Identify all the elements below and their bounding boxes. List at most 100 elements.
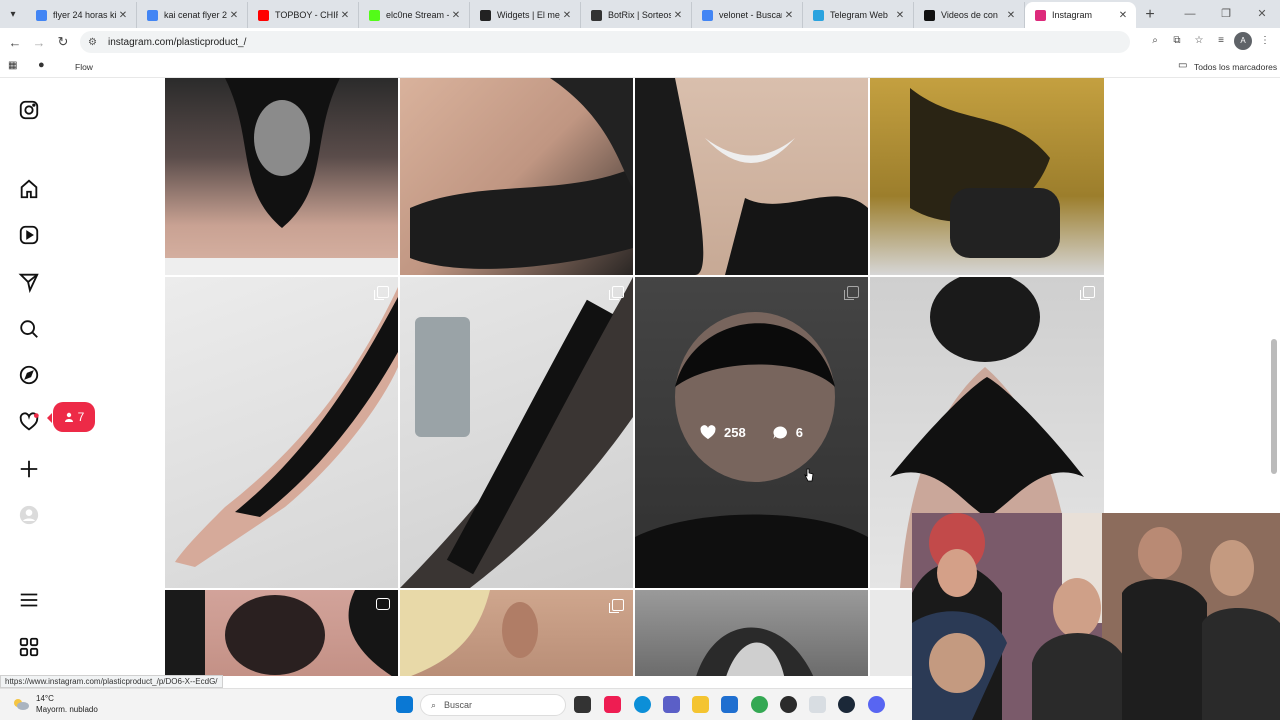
scrollbar-thumb[interactable] <box>1271 339 1277 474</box>
notifications-heart-icon[interactable] <box>18 411 42 435</box>
notification-badge[interactable]: 7 <box>47 402 95 432</box>
reels-icon[interactable] <box>18 224 42 248</box>
profile-avatar-icon[interactable]: A <box>1234 32 1252 50</box>
tab-favicon-icon <box>813 9 824 21</box>
ear-portrait-art <box>400 590 538 676</box>
all-bookmarks[interactable]: Todos los marcadores <box>1194 62 1277 72</box>
temperature: 14°C <box>36 694 54 703</box>
tab-close-icon[interactable]: ✕ <box>671 10 685 21</box>
tab-close-icon[interactable]: ✕ <box>227 10 241 21</box>
bookmark-flow[interactable]: Flow <box>75 62 93 72</box>
messages-icon[interactable] <box>18 271 42 295</box>
post-thumbnail[interactable] <box>165 590 398 676</box>
browser-tab[interactable]: Instagram ✕ <box>1025 2 1136 28</box>
post-thumbnail[interactable] <box>870 78 1104 275</box>
store-icon[interactable] <box>721 696 738 713</box>
post-thumbnail[interactable] <box>165 277 398 588</box>
tab-favicon-icon <box>258 9 269 21</box>
cloud-sun-icon <box>14 699 29 710</box>
notification-count: 7 <box>77 410 85 424</box>
minimize-icon[interactable]: — <box>1172 0 1208 28</box>
back-icon[interactable]: ← <box>3 35 27 50</box>
omnibox[interactable]: ⚙ instagram.com/plasticproduct_/ <box>80 31 1130 53</box>
tab-title: kai cenat flyer 24 <box>164 10 227 20</box>
tab-favicon-icon <box>591 9 602 21</box>
post-thumbnail-hovered[interactable]: 258 6 <box>635 277 868 588</box>
post-hover-overlay[interactable]: 258 6 <box>635 277 868 588</box>
restore-icon[interactable]: ❐ <box>1208 0 1244 28</box>
browser-menu-icon[interactable]: ⋮ <box>1256 32 1274 50</box>
browser-tab[interactable]: TOPBOY - CHIRIM✕ <box>248 2 359 28</box>
post-thumbnail[interactable] <box>635 78 868 275</box>
bookmark-star-icon[interactable]: ☆ <box>1190 32 1208 50</box>
tab-close-icon[interactable]: ✕ <box>338 10 352 21</box>
comment-icon <box>773 426 787 440</box>
tab-favicon-icon <box>369 9 380 21</box>
forward-icon[interactable]: → <box>27 35 51 50</box>
create-plus-icon[interactable] <box>18 458 42 482</box>
file-explorer-icon[interactable] <box>692 696 709 713</box>
browser-tab[interactable]: kai cenat flyer 24 ✕ <box>137 2 248 28</box>
post-thumbnail[interactable] <box>635 590 868 676</box>
home-icon[interactable] <box>18 178 42 202</box>
post-thumbnail[interactable] <box>165 78 398 275</box>
obs-icon[interactable] <box>780 696 797 713</box>
teams-icon[interactable] <box>663 696 680 713</box>
globe-bookmark-icon[interactable]: ● <box>38 59 45 71</box>
person-icon <box>64 412 73 422</box>
steam-icon[interactable] <box>838 696 855 713</box>
post-thumbnail[interactable] <box>400 78 633 275</box>
sleeve-tattoo-art <box>410 78 633 269</box>
tab-search-icon-right[interactable]: ≡ <box>1212 32 1230 50</box>
weather-description: Mayorm. nublado <box>36 705 98 714</box>
site-info-icon[interactable]: ⚙ <box>88 37 102 48</box>
task-view-icon[interactable] <box>574 696 591 713</box>
tab-close-icon[interactable]: ✕ <box>449 10 463 21</box>
post-thumbnail[interactable] <box>400 277 633 588</box>
more-apps-icon[interactable] <box>18 636 42 660</box>
tab-close-icon[interactable]: ✕ <box>560 10 574 21</box>
tiktok-icon[interactable] <box>604 696 621 713</box>
tab-close-icon[interactable]: ✕ <box>782 10 796 21</box>
install-app-icon[interactable]: ⧉ <box>1168 32 1186 50</box>
browser-tab[interactable]: Videos de con ✕ <box>914 2 1025 28</box>
browser-tab[interactable]: Widgets | El mejor✕ <box>470 2 581 28</box>
window-controls: — ❐ ✕ <box>1172 0 1280 28</box>
close-window-icon[interactable]: ✕ <box>1244 0 1280 28</box>
chrome-icon[interactable] <box>751 696 768 713</box>
browser-tabstrip: ▾ flyer 24 horas kick✕kai cenat flyer 24… <box>0 0 1280 28</box>
browser-tab[interactable]: velonet - Buscar c✕ <box>692 2 803 28</box>
tab-close-icon[interactable]: ✕ <box>1116 10 1130 21</box>
apps-grid-icon[interactable]: ▦ <box>8 60 17 71</box>
post-thumbnail[interactable] <box>400 590 633 676</box>
browser-tab[interactable]: Telegram Web ✕ <box>803 2 914 28</box>
tab-close-icon[interactable]: ✕ <box>116 10 130 21</box>
instagram-logo-icon[interactable] <box>18 99 42 123</box>
new-tab-button[interactable]: + <box>1136 2 1164 28</box>
tab-favicon-icon <box>702 9 713 21</box>
weather-widget[interactable]: 14°C Mayorm. nublado <box>12 693 98 715</box>
url-text[interactable]: instagram.com/plasticproduct_/ <box>108 37 246 48</box>
tab-favicon-icon <box>924 9 935 21</box>
windows-start-icon[interactable] <box>396 696 413 713</box>
discord-icon[interactable] <box>868 696 885 713</box>
tab-favicon-icon <box>480 9 491 21</box>
reel-icon <box>376 598 390 610</box>
tab-search-icon[interactable]: ▾ <box>0 0 26 28</box>
profile-icon[interactable] <box>18 504 42 528</box>
reload-icon[interactable]: ↻ <box>51 34 75 50</box>
edge-icon[interactable] <box>634 696 651 713</box>
menu-icon[interactable] <box>18 589 42 613</box>
tab-close-icon[interactable]: ✕ <box>893 10 907 21</box>
browser-tab[interactable]: BotRix | Sorteos ✕ <box>581 2 692 28</box>
search-icon[interactable] <box>18 318 42 342</box>
folder-icon: ▭ <box>1178 60 1188 71</box>
explore-icon[interactable] <box>18 364 42 388</box>
tab-close-icon[interactable]: ✕ <box>1004 10 1018 21</box>
app-icon[interactable] <box>809 696 826 713</box>
browser-tab[interactable]: flyer 24 horas kick✕ <box>26 2 137 28</box>
zoom-icon[interactable]: ⌕ <box>1146 32 1164 50</box>
status-bar-url: https://www.instagram.com/plasticproduct… <box>0 675 223 688</box>
taskbar-search[interactable]: ⌕ Buscar <box>420 694 566 716</box>
browser-tab[interactable]: elc0ne Stream - W✕ <box>359 2 470 28</box>
